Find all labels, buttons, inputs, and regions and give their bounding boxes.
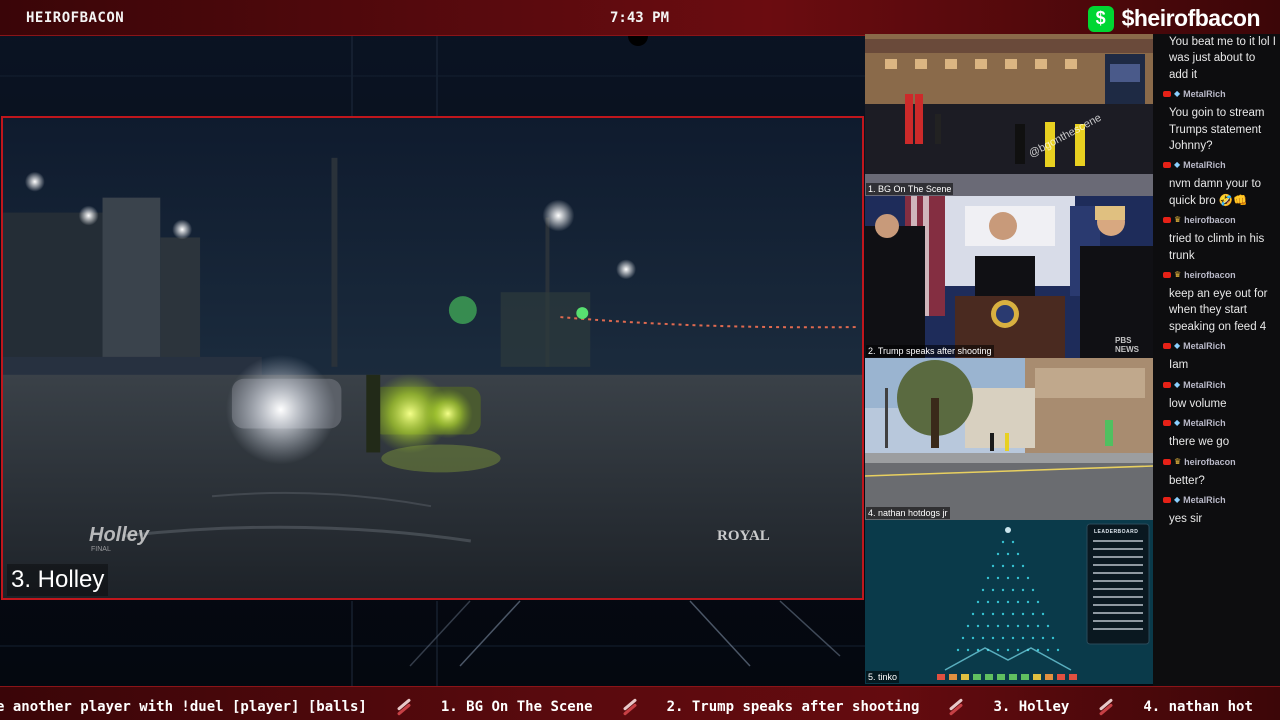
- crown-icon: ♛: [1174, 270, 1182, 280]
- main-video-feed[interactable]: Holley FINAL ROYAL 3. Holley: [1, 116, 864, 600]
- chat-text: yes sir: [1169, 512, 1203, 525]
- diamond-icon: ◆: [1174, 89, 1181, 99]
- stream-overlay: HEIROFBACON 7:43 PM $ $heirofbacon Holle…: [0, 0, 1280, 720]
- diamond-icon: ◆: [1174, 418, 1181, 428]
- chat-message: ♛ heirofbacon better?: [1159, 455, 1280, 493]
- crown-icon: ♛: [1174, 215, 1182, 225]
- chat-text: Iam: [1169, 359, 1189, 372]
- youtube-icon: [1163, 91, 1171, 98]
- crown-icon: ♛: [1174, 456, 1182, 466]
- chat-message: You beat me to it lol I was just about t…: [1159, 34, 1280, 87]
- chat-user-row: ◆ MetalRich: [1163, 87, 1280, 101]
- chat-message: ◆ MetalRich Iam: [1159, 339, 1280, 377]
- chat-text: low volume: [1169, 397, 1227, 410]
- chat-user-row: ♛ heirofbacon: [1163, 213, 1280, 227]
- chat-message: ◆ MetalRich You goin to stream Trumps st…: [1159, 87, 1280, 158]
- candy-cane-icon: [623, 702, 637, 712]
- street-scene: [865, 358, 1153, 520]
- chat-text: You beat me to it lol I was just about t…: [1169, 36, 1276, 81]
- pbs-news-logo: PBS NEWS: [1115, 336, 1139, 354]
- side-feed-3[interactable]: 4. nathan hotdogs jr: [865, 358, 1153, 520]
- chat-message: ◆ MetalRich there we go: [1159, 416, 1280, 454]
- chat-username[interactable]: MetalRich: [1183, 495, 1226, 505]
- channel-name: HEIROFBACON: [26, 10, 125, 26]
- youtube-icon: [1163, 162, 1171, 169]
- chat-user-row: ◆ MetalRich: [1163, 158, 1280, 172]
- cashapp-handle: $heirofbacon: [1121, 5, 1261, 31]
- candy-cane-icon: [1099, 702, 1113, 712]
- chat-text: keep an eye out for when they start spea…: [1169, 288, 1268, 333]
- ticker-item: 1. BG On The Scene: [440, 699, 593, 715]
- ticker-item: 2. Trump speaks after shooting: [666, 699, 920, 715]
- chat-user-row: ◆ MetalRich: [1163, 339, 1280, 353]
- bottom-ticker: e another player with !duel [player] [ba…: [0, 686, 1280, 720]
- chat-username[interactable]: heirofbacon: [1184, 270, 1236, 280]
- chat-user-row: ◆ MetalRich: [1163, 378, 1280, 392]
- chat-username[interactable]: MetalRich: [1183, 160, 1226, 170]
- press-briefing-scene: [865, 196, 1153, 358]
- side-feed-1-caption: 1. BG On The Scene: [866, 183, 954, 195]
- chat-message: ◆ MetalRich yes sir: [1159, 493, 1280, 531]
- leaderboard-title: LEADERBOARD: [1094, 529, 1139, 535]
- youtube-icon: [1163, 496, 1171, 503]
- chat-username[interactable]: MetalRich: [1183, 418, 1226, 428]
- chat-user-row: ♛ heirofbacon: [1163, 268, 1280, 282]
- chat-text: nvm damn your to quick bro 🤣👊: [1169, 178, 1262, 207]
- chat-username[interactable]: MetalRich: [1183, 89, 1226, 99]
- chat-username[interactable]: MetalRich: [1183, 380, 1226, 390]
- diamond-icon: ◆: [1174, 160, 1181, 170]
- youtube-icon: [1163, 217, 1171, 224]
- chat-user-row: ◆ MetalRich: [1163, 416, 1280, 430]
- chat-username[interactable]: heirofbacon: [1184, 457, 1236, 467]
- hotel-night-scene: [865, 34, 1153, 196]
- youtube-icon: [1163, 458, 1171, 465]
- main-feed-caption: 3. Holley: [7, 564, 109, 596]
- side-feed-4[interactable]: LEADERBOARD 5. tinko: [865, 520, 1153, 684]
- diamond-icon: ◆: [1174, 494, 1181, 504]
- diamond-icon: ◆: [1174, 379, 1181, 389]
- candy-cane-icon: [949, 702, 963, 712]
- chat-user-row: ◆ MetalRich: [1163, 493, 1280, 507]
- top-bar: HEIROFBACON 7:43 PM $ $heirofbacon: [0, 0, 1280, 36]
- chat-message: ♛ heirofbacon tried to climb in his trun…: [1159, 213, 1280, 268]
- chat-message: ♛ heirofbacon keep an eye out for when t…: [1159, 268, 1280, 339]
- candy-cane-icon: [397, 702, 411, 712]
- ticker-item: 3. Holley: [993, 699, 1070, 715]
- side-feed-4-caption: 5. tinko: [866, 671, 900, 683]
- chat-text: tried to climb in his trunk: [1169, 233, 1265, 262]
- chat-message: ◆ MetalRich low volume: [1159, 378, 1280, 416]
- side-feed-2[interactable]: PBS NEWS 2. Trump speaks after shooting: [865, 196, 1153, 358]
- youtube-icon: [1163, 272, 1171, 279]
- cashapp-tag: $ $heirofbacon: [1087, 5, 1261, 32]
- holley-logo: Holley: [89, 524, 150, 546]
- ticker-track: e another player with !duel [player] [ba…: [0, 699, 1253, 715]
- clock: 7:43 PM: [610, 10, 670, 26]
- youtube-icon: [1163, 343, 1171, 350]
- side-feed-3-caption: 4. nathan hotdogs jr: [866, 507, 950, 519]
- youtube-icon: [1163, 381, 1171, 388]
- royal-logo: ROYAL: [717, 528, 770, 544]
- chat-text: there we go: [1169, 436, 1230, 449]
- cashapp-icon: $: [1087, 5, 1114, 32]
- ticker-item: 4. nathan hot: [1143, 699, 1253, 715]
- ticker-item: e another player with !duel [player] [ba…: [0, 699, 367, 715]
- chat-panel[interactable]: You beat me to it lol I was just about t…: [1153, 34, 1280, 686]
- side-feed-2-caption: 2. Trump speaks after shooting: [866, 345, 994, 357]
- diamond-icon: ◆: [1174, 341, 1181, 351]
- chat-text: better?: [1169, 474, 1205, 487]
- youtube-icon: [1163, 420, 1171, 427]
- holley-logo-sub: FINAL: [91, 546, 111, 553]
- side-feed-1[interactable]: @bgonthescene 1. BG On The Scene: [865, 34, 1153, 196]
- plinko-game-scene: [865, 520, 1153, 684]
- chat-user-row: ♛ heirofbacon: [1163, 455, 1280, 469]
- chat-message: ◆ MetalRich nvm damn your to quick bro 🤣…: [1159, 158, 1280, 213]
- chat-username[interactable]: heirofbacon: [1184, 215, 1236, 225]
- chat-username[interactable]: MetalRich: [1183, 341, 1226, 351]
- chat-text: You goin to stream Trumps statement John…: [1169, 107, 1265, 153]
